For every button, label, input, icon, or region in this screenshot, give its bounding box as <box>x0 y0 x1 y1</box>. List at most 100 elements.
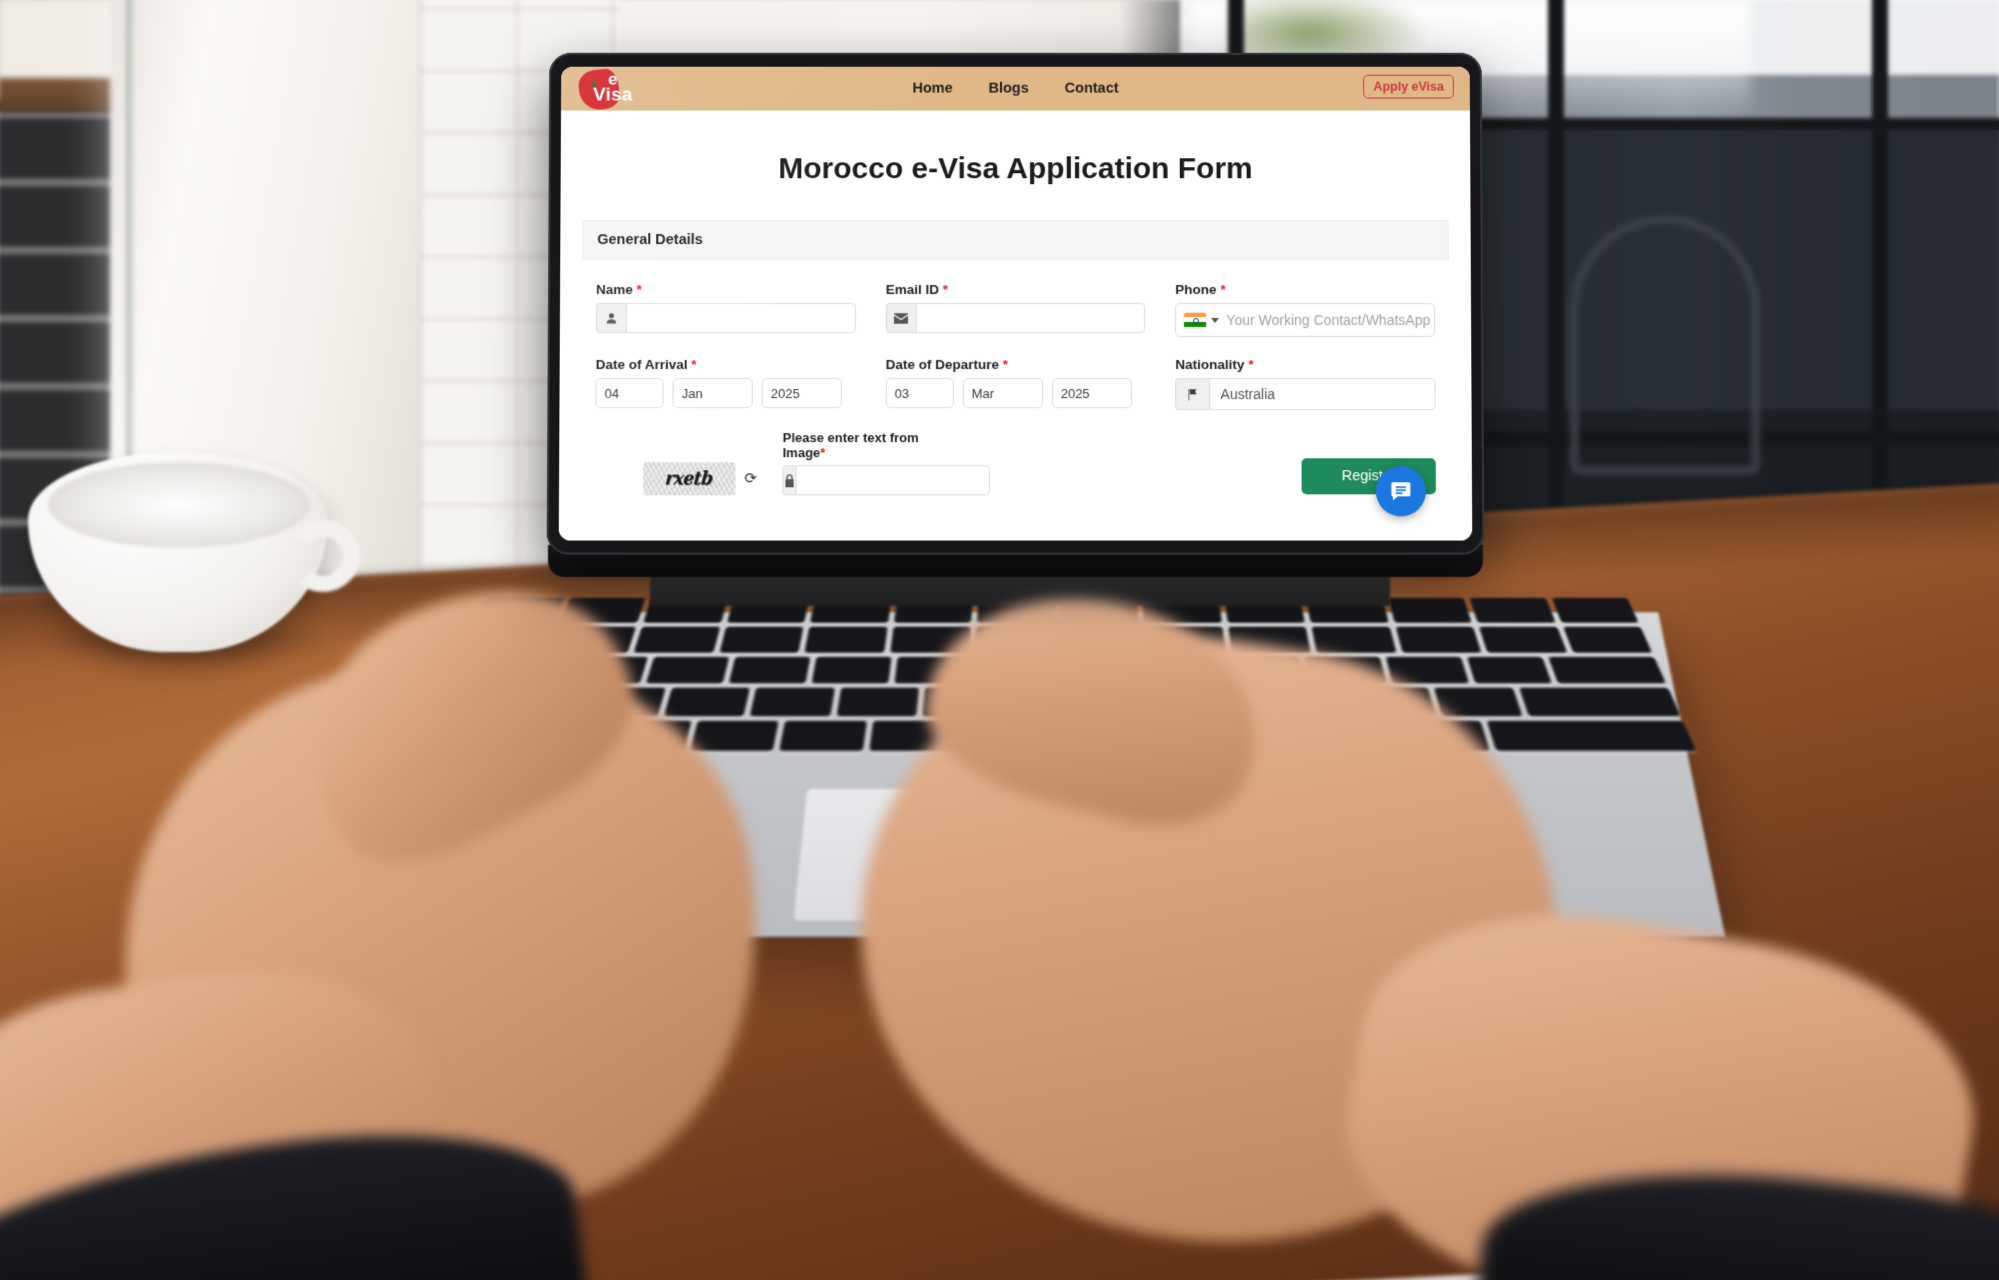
chat-bubble-icon <box>1391 482 1411 501</box>
captcha-label-text: Please enter text from Image <box>782 430 919 461</box>
required-mark: * <box>1248 357 1254 373</box>
key <box>689 720 779 751</box>
refresh-captcha-icon[interactable]: ⟳ <box>744 470 757 487</box>
key <box>1387 597 1472 623</box>
email-label: Email ID * <box>886 282 1146 297</box>
arrival-label: Date of Arrival * <box>596 357 856 372</box>
key <box>663 687 751 717</box>
arrival-label-text: Date of Arrival <box>595 357 688 373</box>
name-label: Name * <box>596 282 856 297</box>
required-mark: * <box>942 282 949 298</box>
site-navbar: ★ e Visa Home Blogs Contact Apply eVisa <box>561 66 1470 112</box>
key <box>728 656 811 684</box>
captcha-text: rxetb <box>664 467 715 490</box>
key <box>749 687 835 717</box>
lock-icon <box>782 465 796 496</box>
phone-label-text: Phone <box>1175 282 1217 298</box>
departure-date-row <box>885 378 1146 409</box>
departure-day-input[interactable] <box>885 378 954 409</box>
general-details-heading: General Details <box>582 220 1449 261</box>
email-label-text: Email ID <box>885 282 939 298</box>
window-greenery <box>1230 0 1430 60</box>
departure-date-group: Date of Departure * <box>885 357 1176 410</box>
nationality-input-group <box>1175 378 1436 411</box>
phone-label: Phone * <box>1175 282 1435 297</box>
key <box>779 720 867 751</box>
key <box>1467 656 1553 684</box>
captcha-input-group: Please enter text from Image* <box>782 430 990 496</box>
phone-input-group <box>1175 303 1436 338</box>
key <box>1518 687 1681 717</box>
chevron-down-icon[interactable] <box>1211 317 1220 323</box>
apply-evisa-button[interactable]: Apply eVisa <box>1363 74 1454 99</box>
arrival-year-input[interactable] <box>761 378 842 409</box>
key <box>1487 720 1697 751</box>
key <box>719 626 804 653</box>
name-label-text: Name <box>596 282 633 298</box>
key <box>1395 626 1482 653</box>
arrival-date-row <box>595 378 855 409</box>
form-row-3: rxetb ⟳ Please enter text from Image* Re… <box>595 430 1436 496</box>
name-input[interactable] <box>625 303 856 333</box>
nav-item-blogs[interactable]: Blogs <box>989 81 1029 97</box>
key <box>1478 626 1567 653</box>
nationality-field-group: Nationality * <box>1175 357 1436 411</box>
key <box>1548 656 1667 684</box>
required-mark: * <box>636 282 642 298</box>
application-form: General Details Name * Email ID * Phone … <box>559 220 1472 505</box>
chat-widget-button[interactable] <box>1375 466 1427 517</box>
key <box>1562 626 1653 653</box>
departure-label: Date of Departure * <box>886 357 1146 372</box>
required-mark: * <box>691 357 697 373</box>
captcha-field-row <box>782 465 990 496</box>
key <box>1551 597 1639 623</box>
coffee-cup-rim <box>48 462 310 548</box>
flag-icon <box>1175 378 1210 411</box>
chair-back <box>1570 215 1760 475</box>
general-details-body: Name * Email ID * Phone * Your Working C… <box>581 260 1450 505</box>
email-field-group: Email ID * <box>885 282 1176 337</box>
key <box>836 687 920 717</box>
captcha-label: Please enter text from Image* <box>783 430 955 460</box>
nationality-label-text: Nationality <box>1175 357 1245 373</box>
departure-label-text: Date of Departure <box>885 357 999 373</box>
phone-field-group: Phone * <box>1175 282 1436 338</box>
india-flag-icon[interactable] <box>1184 312 1207 328</box>
arrival-month-input[interactable] <box>672 378 753 409</box>
name-input-group <box>595 303 856 333</box>
laptop-screen: ★ e Visa Home Blogs Contact Apply eVisa … <box>558 66 1473 541</box>
departure-year-input[interactable] <box>1051 378 1132 409</box>
required-mark: * <box>820 445 826 461</box>
captcha-image-group: rxetb ⟳ <box>595 462 770 496</box>
captcha-input[interactable] <box>795 465 990 496</box>
phone-input[interactable] <box>1226 303 1435 336</box>
key <box>645 656 730 684</box>
nationality-input[interactable] <box>1209 378 1436 411</box>
captcha-image: rxetb <box>643 462 736 496</box>
nav-item-contact[interactable]: Contact <box>1065 81 1119 97</box>
person-icon <box>595 303 626 333</box>
key <box>633 626 720 653</box>
nav-item-home[interactable]: Home <box>912 81 952 97</box>
key <box>811 656 892 684</box>
evisa-website: ★ e Visa Home Blogs Contact Apply eVisa … <box>558 66 1473 541</box>
required-mark: * <box>1002 357 1008 373</box>
key <box>1469 597 1556 623</box>
email-input[interactable] <box>915 303 1146 333</box>
required-mark: * <box>1220 282 1226 298</box>
nationality-label: Nationality * <box>1175 357 1435 372</box>
departure-month-input[interactable] <box>962 378 1043 409</box>
laptop-hinge <box>650 572 1390 606</box>
arrival-day-input[interactable] <box>595 378 664 409</box>
form-row-1: Name * Email ID * Phone * Your Working C… <box>595 282 1436 338</box>
key <box>1385 656 1470 684</box>
arrival-date-group: Date of Arrival * <box>595 357 885 410</box>
key <box>1433 687 1523 717</box>
email-input-group <box>885 303 1146 333</box>
nav-links: Home Blogs Contact <box>561 81 1470 97</box>
page-title: Morocco e-Visa Application Form <box>778 152 1253 186</box>
key <box>1311 626 1396 653</box>
name-field-group: Name * <box>595 282 886 337</box>
laptop-lid: ★ e Visa Home Blogs Contact Apply eVisa … <box>546 52 1485 555</box>
key <box>804 626 888 653</box>
